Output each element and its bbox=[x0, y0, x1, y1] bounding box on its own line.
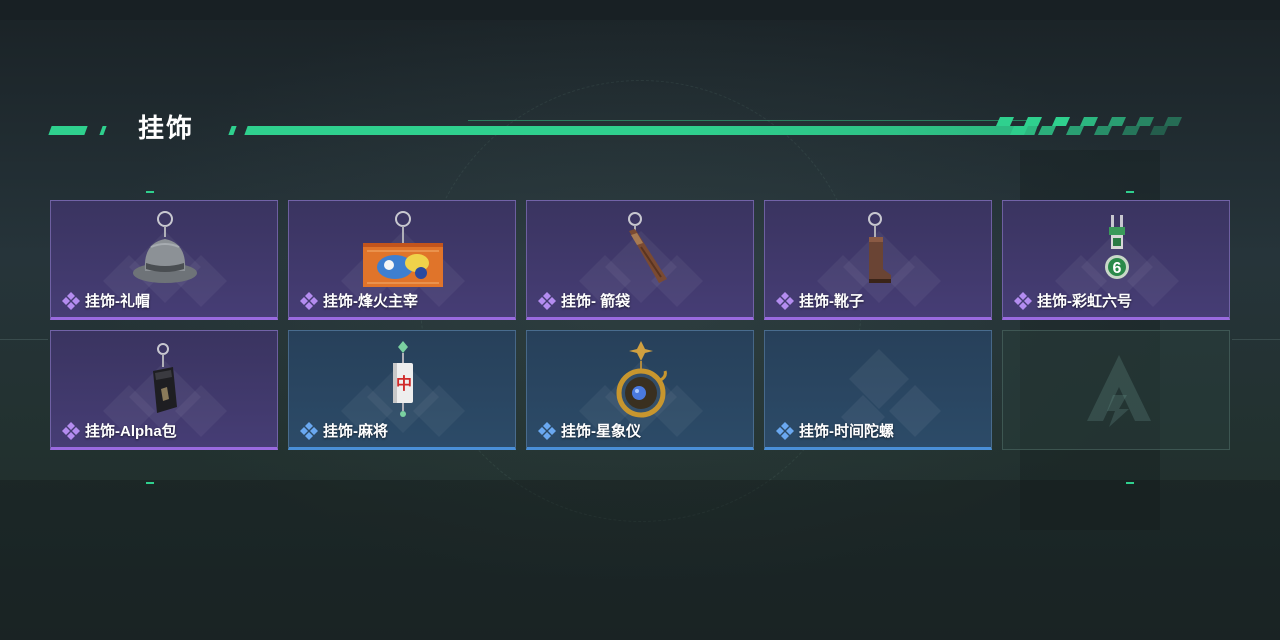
header-checker-pattern bbox=[996, 117, 1182, 135]
frame-tick bbox=[1126, 482, 1134, 484]
charm-card[interactable]: 中 挂饰-麻将 bbox=[288, 330, 516, 450]
charm-card[interactable]: 挂饰-烽火主宰 bbox=[288, 200, 516, 320]
svg-text:6: 6 bbox=[1113, 260, 1122, 277]
charm-label: 挂饰-彩虹六号 bbox=[1013, 290, 1132, 311]
game-screen: 挂饰 挂饰-礼帽 挂饰-烽火主宰 挂饰- 箭袋 挂饰-靴子 6 挂饰-彩虹六号 … bbox=[0, 0, 1280, 640]
frame-tick bbox=[146, 191, 154, 193]
rarity-diamond-icon bbox=[1014, 291, 1032, 310]
header-bar bbox=[244, 126, 1038, 135]
charm-card[interactable]: 挂饰-时间陀螺 bbox=[764, 330, 992, 450]
mahjong-charm-icon: 中 bbox=[393, 341, 413, 417]
background-ground bbox=[0, 480, 1280, 640]
charm-grid: 挂饰-礼帽 挂饰-烽火主宰 挂饰- 箭袋 挂饰-靴子 6 挂饰-彩虹六号 挂饰-… bbox=[50, 200, 1230, 450]
empty-slot-logo-icon bbox=[1087, 355, 1151, 427]
charm-name: 挂饰-烽火主宰 bbox=[323, 293, 418, 310]
charm-name: 挂饰-时间陀螺 bbox=[799, 423, 894, 440]
charm-card[interactable]: 挂饰- 箭袋 bbox=[526, 200, 754, 320]
charm-label: 挂饰-靴子 bbox=[775, 290, 864, 311]
charm-name: 挂饰-礼帽 bbox=[85, 293, 150, 310]
charm-card[interactable]: 挂饰-礼帽 bbox=[50, 200, 278, 320]
frame-tick bbox=[146, 482, 154, 484]
quiver-charm-icon bbox=[628, 212, 667, 283]
charm-name: 挂饰-彩虹六号 bbox=[1037, 293, 1132, 310]
charm-card[interactable]: 挂饰-靴子 bbox=[764, 200, 992, 320]
rarity-diamond-icon bbox=[776, 421, 794, 440]
rarity-diamond-icon bbox=[538, 291, 556, 310]
hat-charm-icon bbox=[133, 211, 197, 283]
header-dash bbox=[99, 126, 107, 135]
svg-text:中: 中 bbox=[396, 374, 412, 393]
section-header: 挂饰 bbox=[48, 112, 1208, 148]
rarity-diamond-icon bbox=[62, 421, 80, 440]
rarity-diamond-icon bbox=[62, 291, 80, 310]
charm-card[interactable]: 挂饰-Alpha包 bbox=[50, 330, 278, 450]
header-dash bbox=[48, 126, 88, 135]
astrolabe-charm-icon bbox=[616, 341, 667, 418]
charm-label: 挂饰-Alpha包 bbox=[61, 420, 177, 441]
empty-charm-slot[interactable] bbox=[1002, 330, 1230, 450]
charm-name: 挂饰- 箭袋 bbox=[561, 293, 631, 310]
rarity-diamond-icon bbox=[300, 421, 318, 440]
rarity-diamond-icon bbox=[776, 291, 794, 310]
charm-label: 挂饰- 箭袋 bbox=[537, 290, 630, 311]
charm-card[interactable]: 6 挂饰-彩虹六号 bbox=[1002, 200, 1230, 320]
charm-label: 挂饰-麻将 bbox=[299, 420, 388, 441]
section-title: 挂饰 bbox=[138, 113, 195, 143]
charm-name: 挂饰-Alpha包 bbox=[85, 423, 177, 440]
charm-label: 挂饰-时间陀螺 bbox=[775, 420, 894, 441]
rarity-diamond-icon bbox=[538, 421, 556, 440]
charm-label: 挂饰-烽火主宰 bbox=[299, 290, 418, 311]
header-dash bbox=[228, 126, 237, 135]
banner-charm-icon bbox=[363, 211, 443, 287]
boot-charm-icon bbox=[868, 212, 891, 283]
frame-side-line bbox=[1232, 339, 1280, 340]
charm-label: 挂饰-星象仪 bbox=[537, 420, 641, 441]
top-strip bbox=[0, 0, 1280, 20]
charm-card[interactable]: 挂饰-星象仪 bbox=[526, 330, 754, 450]
charm-label: 挂饰-礼帽 bbox=[61, 290, 150, 311]
frame-tick bbox=[1126, 191, 1134, 193]
rainbow-six-charm-icon: 6 bbox=[1105, 215, 1129, 279]
charm-name: 挂饰-星象仪 bbox=[561, 423, 641, 440]
rarity-diamond-icon bbox=[300, 291, 318, 310]
alpha-pack-charm-icon bbox=[153, 343, 177, 413]
charm-name: 挂饰-麻将 bbox=[323, 423, 388, 440]
charm-name: 挂饰-靴子 bbox=[799, 293, 864, 310]
header-thin-line bbox=[468, 120, 1028, 121]
frame-side-line bbox=[0, 339, 48, 340]
